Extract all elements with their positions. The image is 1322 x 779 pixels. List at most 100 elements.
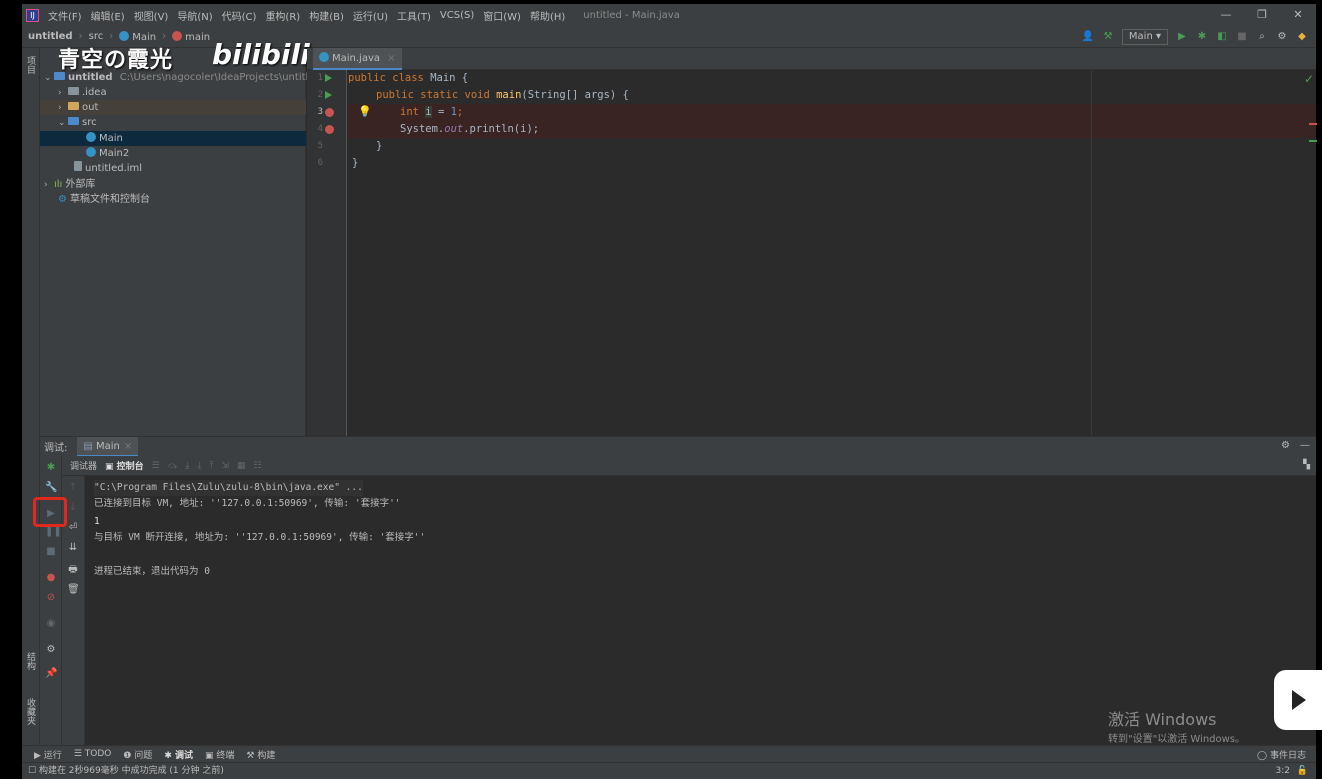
editor-tab-bar: Main.java × — [307, 48, 1316, 70]
mute-breakpoints-icon[interactable]: ⊘ — [45, 592, 57, 604]
scroll-to-end-icon[interactable]: ⇊ — [67, 542, 79, 554]
force-step-into-icon[interactable]: ⤓ — [197, 461, 201, 471]
tree-item-main2[interactable]: Main2 — [40, 146, 306, 161]
step-out-icon[interactable]: ⤒ — [209, 461, 213, 471]
build-tool-button[interactable]: ⚒ 构建 — [246, 748, 275, 761]
error-stripe-mark[interactable] — [1309, 140, 1317, 142]
tree-item-out[interactable]: › out — [40, 100, 306, 115]
tab-main-java[interactable]: Main.java × — [313, 48, 402, 70]
tree-item-external-libraries[interactable]: › ılı 外部库 — [40, 177, 306, 192]
breadcrumb-main-method[interactable]: main — [172, 30, 210, 43]
run-gutter-icon[interactable] — [325, 74, 332, 82]
up-icon[interactable]: ↑ — [67, 482, 79, 494]
chevron-right-icon: › — [109, 31, 114, 42]
menu-view[interactable]: 视图(V) — [134, 8, 169, 23]
evaluate-icon[interactable]: ▦ — [237, 461, 246, 471]
tab-console[interactable]: ▣ 控制台 — [105, 459, 144, 472]
breadcrumb-project[interactable]: untitled — [28, 31, 73, 42]
down-icon[interactable]: ↓ — [67, 502, 79, 514]
code-token: = — [431, 106, 451, 118]
menu-navigate[interactable]: 导航(N) — [177, 8, 212, 23]
settings-icon[interactable]: ⚙ — [45, 644, 57, 656]
menu-help[interactable]: 帮助(H) — [530, 8, 565, 23]
menu-tools[interactable]: 工具(T) — [397, 8, 431, 23]
project-tool-button[interactable]: 项目 — [24, 56, 37, 74]
search-icon[interactable]: ⌕ — [1256, 31, 1268, 43]
close-icon[interactable]: ✕ — [1280, 4, 1316, 26]
debug-tool-button[interactable]: ✱ 调试 — [164, 748, 193, 761]
minimize-icon[interactable]: — — [1208, 4, 1244, 26]
view-breakpoints-icon[interactable]: ● — [45, 572, 57, 584]
event-log-button[interactable]: ◯ 事件日志 — [1257, 748, 1306, 761]
coverage-icon[interactable]: ◧ — [1216, 31, 1228, 43]
tab-debugger[interactable]: 调试器 — [70, 459, 97, 472]
project-panel: ⌄ untitled C:\Users\nagocoler\IdeaProject… — [40, 48, 321, 436]
breakpoint-icon[interactable] — [325, 108, 334, 117]
restore-icon[interactable]: ❐ — [1244, 4, 1280, 26]
tree-item-scratches[interactable]: ⚙ 草稿文件和控制台 — [40, 192, 306, 207]
pause-icon[interactable]: ❚❚ — [45, 526, 62, 538]
build-hammer-icon[interactable]: ⚒ — [1102, 31, 1114, 43]
run-to-cursor-icon[interactable]: ⇲ — [221, 461, 229, 471]
print-icon[interactable]: 🖶 — [67, 564, 79, 576]
code-line: public static void main(String[] args) { — [348, 87, 1316, 104]
lock-icon[interactable]: 🔓 — [1297, 763, 1308, 779]
step-over-icon[interactable]: ⤼ — [168, 461, 178, 471]
modify-config-icon[interactable]: 🔧 — [45, 482, 57, 494]
run-gutter-icon[interactable] — [325, 91, 332, 99]
layout-icon[interactable]: ▚ — [1303, 460, 1310, 470]
favorites-tool-button[interactable]: 收藏夹 — [24, 698, 37, 725]
lightbulb-icon[interactable]: 💡 — [358, 105, 372, 118]
run-icon[interactable]: ▶ — [1176, 31, 1188, 43]
tree-item-label: out — [82, 102, 99, 113]
pin-icon[interactable]: 📌 — [45, 668, 57, 680]
debug-session-tab[interactable]: ▤ Main × — [77, 436, 139, 457]
code-editor[interactable]: public class Main { public static void m… — [348, 70, 1316, 436]
soft-wrap-icon[interactable]: ⏎ — [67, 522, 79, 534]
debug-icon[interactable]: ✱ — [1196, 31, 1208, 43]
menu-build[interactable]: 构建(B) — [309, 8, 344, 23]
frames-icon[interactable]: ☰ — [152, 461, 160, 471]
caret-position[interactable]: 3:2 — [1276, 763, 1290, 779]
code-token: ; — [456, 106, 464, 118]
todo-tool-button[interactable]: ☰ TODO — [74, 749, 112, 759]
run-configuration-select[interactable]: Main ▾ — [1121, 29, 1168, 45]
menu-edit[interactable]: 编辑(E) — [91, 8, 125, 23]
user-icon[interactable]: 👤 — [1082, 31, 1094, 43]
gear-icon[interactable]: ⚙ — [1276, 31, 1288, 43]
breakpoint-icon[interactable] — [325, 125, 334, 134]
gear-icon[interactable]: ⚙ — [1281, 440, 1290, 451]
hide-panel-icon[interactable]: — — [1300, 440, 1310, 451]
stop-icon[interactable]: ■ — [1236, 31, 1248, 43]
tree-item-label: untitled.iml — [85, 163, 143, 174]
breadcrumb-main-class[interactable]: Main — [119, 30, 156, 43]
trace-icon[interactable]: ☷ — [253, 461, 261, 471]
menu-refactor[interactable]: 重构(R) — [265, 8, 300, 23]
menu-window[interactable]: 窗口(W) — [483, 8, 521, 23]
inspection-ok-icon[interactable]: ✓ — [1304, 72, 1314, 86]
tree-item-main[interactable]: Main — [40, 131, 306, 146]
plugin-icon[interactable]: ◆ — [1296, 31, 1308, 43]
step-into-icon[interactable]: ⤓ — [185, 461, 189, 471]
menu-file[interactable]: 文件(F) — [48, 8, 82, 23]
run-tool-button[interactable]: ▶ 运行 — [34, 748, 62, 761]
trash-icon[interactable]: 🗑 — [67, 584, 80, 596]
tree-item-iml[interactable]: untitled.iml — [40, 161, 306, 176]
camera-icon[interactable]: ◉ — [45, 618, 57, 630]
close-tab-icon[interactable]: × — [124, 441, 132, 452]
error-stripe-mark[interactable] — [1309, 123, 1317, 125]
problems-tool-button[interactable]: ❶ 问题 — [123, 748, 152, 761]
menu-run[interactable]: 运行(U) — [353, 8, 388, 23]
menu-code[interactable]: 代码(C) — [222, 8, 257, 23]
stop-icon[interactable]: ■ — [45, 546, 57, 558]
console-output[interactable]: "C:\Program Files\Zulu\zulu-8\bin\java.e… — [85, 476, 1316, 745]
tree-item-src[interactable]: ⌄ src — [40, 115, 306, 130]
tree-item-idea[interactable]: › .idea — [40, 85, 306, 100]
menu-vcs[interactable]: VCS(S) — [440, 10, 474, 21]
terminal-tool-button[interactable]: ▣ 终端 — [205, 748, 234, 761]
breadcrumb-src[interactable]: src — [89, 31, 104, 42]
rerun-debug-icon[interactable]: ✱ — [45, 462, 57, 474]
source-folder-icon — [68, 117, 79, 125]
structure-tool-button[interactable]: 结构 — [24, 652, 37, 670]
close-tab-icon[interactable]: × — [387, 53, 395, 64]
